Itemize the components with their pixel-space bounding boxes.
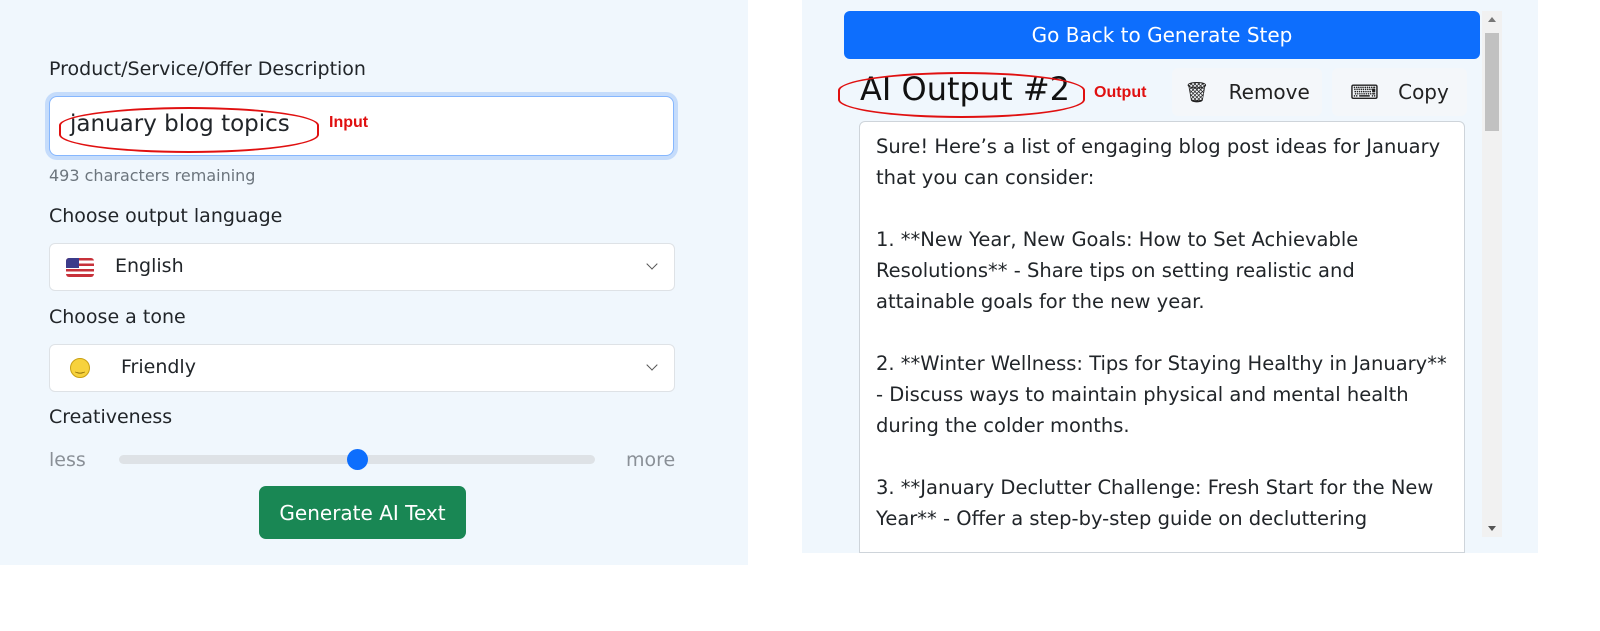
scrollbar[interactable] <box>1482 11 1502 537</box>
remove-button[interactable]: 🗑 Remove <box>1172 68 1322 116</box>
chevron-down-icon <box>646 258 658 270</box>
description-label: Product/Service/Offer Description <box>49 58 366 80</box>
us-flag-icon <box>66 258 94 277</box>
keyboard-icon: ⌨ <box>1350 80 1380 104</box>
language-label: Choose output language <box>49 205 283 227</box>
slider-thumb[interactable] <box>347 449 368 470</box>
smiley-icon: ‿ <box>70 358 90 378</box>
go-back-button[interactable]: Go Back to Generate Step <box>844 11 1480 59</box>
language-select[interactable]: English <box>49 243 675 291</box>
remove-label: Remove <box>1228 80 1310 104</box>
input-annotation-ring <box>59 107 319 153</box>
scroll-down-icon[interactable] <box>1488 526 1496 531</box>
scroll-up-icon[interactable] <box>1488 17 1496 22</box>
creativeness-label: Creativeness <box>49 406 173 428</box>
creativeness-min: less <box>49 449 86 471</box>
output-annotation: Output <box>1094 84 1147 101</box>
trash-icon: 🗑 <box>1184 80 1210 104</box>
tone-value: Friendly <box>121 356 196 378</box>
scrollbar-thumb[interactable] <box>1485 33 1499 131</box>
creativeness-max: more <box>626 449 676 471</box>
chars-remaining: 493 characters remaining <box>49 166 256 185</box>
generate-button[interactable]: Generate AI Text <box>259 486 466 539</box>
tone-select[interactable]: ‿ Friendly <box>49 344 675 392</box>
output-panel: Go Back to Generate Step AI Output #2 Ou… <box>802 0 1538 553</box>
copy-label: Copy <box>1398 80 1449 104</box>
tone-label: Choose a tone <box>49 306 186 328</box>
language-value: English <box>115 255 184 277</box>
creativeness-slider[interactable] <box>119 449 595 470</box>
copy-button[interactable]: ⌨ Copy <box>1332 68 1467 116</box>
chevron-down-icon <box>646 359 658 371</box>
output-textarea[interactable]: Sure! Here’s a list of engaging blog pos… <box>859 121 1465 553</box>
generate-panel: Product/Service/Offer Description januar… <box>0 0 748 565</box>
input-annotation: Input <box>329 114 369 131</box>
output-annotation-ring <box>838 72 1085 118</box>
